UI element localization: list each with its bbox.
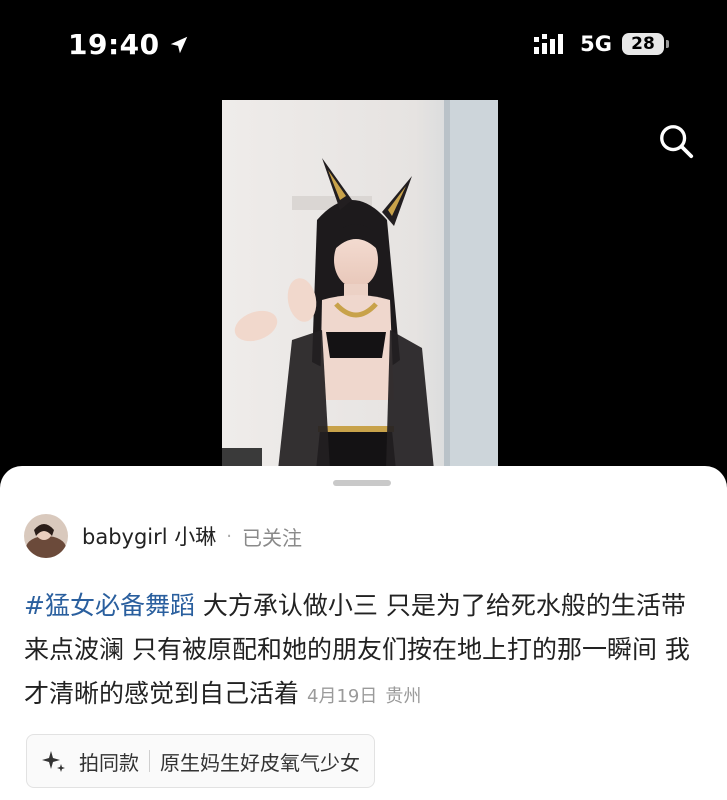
post-detail-sheet: babygirl 小琳 · 已关注 #猛女必备舞蹈 大方承认做小三 只是为了给死… [0,466,727,800]
status-time: 19:40 [68,28,190,61]
post-date: 4月19日 [307,686,378,707]
search-icon[interactable] [657,122,695,160]
post-location: 贵州 [385,686,422,707]
status-indicators: 5G 28 [534,32,669,56]
author-name[interactable]: babygirl 小琳 [82,521,216,551]
shoot-same-label: 拍同款 [79,750,139,775]
chip-divider [149,750,150,772]
battery-level: 28 [622,33,664,55]
clock-text: 19:40 [68,28,160,61]
network-type: 5G [580,32,612,56]
template-name: 原生妈生好皮氧气少女 [160,750,360,775]
location-arrow-icon [170,36,187,53]
avatar-image [24,514,68,558]
avatar[interactable] [24,514,68,558]
screen: 19:40 5G 28 babygirl 小琳 · 已关注 #猛女必备舞蹈 大方… [0,0,727,800]
author-row: babygirl 小琳 · 已关注 [24,514,302,558]
sparkle-icon [42,751,65,772]
sheet-drag-handle[interactable] [333,480,391,486]
hashtag-link[interactable]: #猛女必备舞蹈 [24,591,195,620]
battery-icon: 28 [622,33,669,55]
video-player[interactable] [222,100,498,470]
video-frame-image [222,100,498,470]
separator-dot: · [226,525,232,547]
signal-icon [534,34,564,54]
post-caption: #猛女必备舞蹈 大方承认做小三 只是为了给死水般的生活带来点波澜 只有被原配和她… [24,584,704,719]
follow-status[interactable]: 已关注 [242,522,302,551]
battery-tip [666,40,669,48]
shoot-same-template-chip[interactable]: 拍同款 原生妈生好皮氧气少女 [26,734,375,788]
